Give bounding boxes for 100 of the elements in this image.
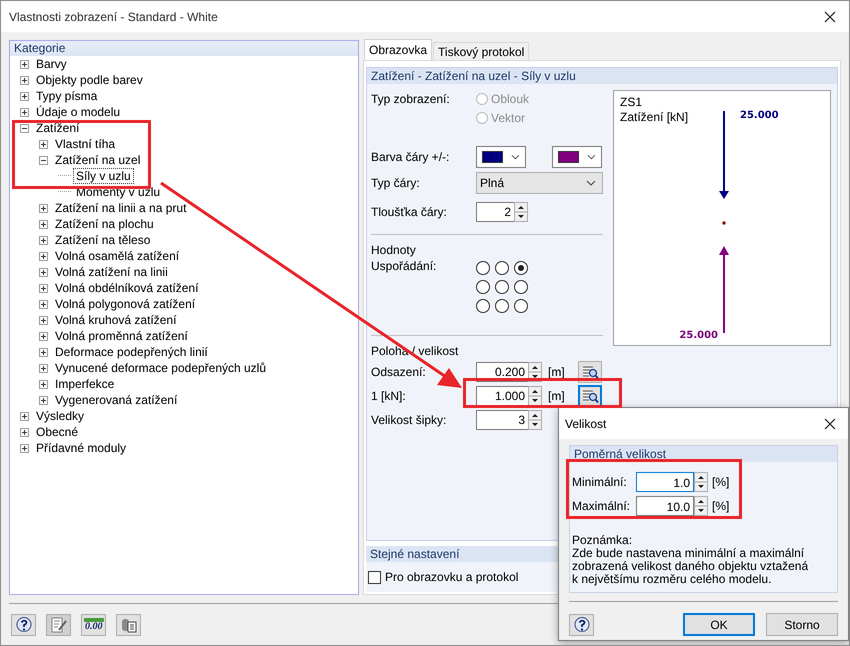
collapse-icon[interactable] [20, 124, 29, 132]
expand-icon[interactable] [39, 316, 48, 324]
edit-button[interactable] [46, 614, 71, 636]
expand-icon[interactable] [39, 220, 48, 228]
tree-item[interactable]: Volná proměnná zatížení [52, 328, 191, 344]
tree-item[interactable]: Přídavné moduly [33, 440, 130, 456]
unit-label: [m] [548, 389, 566, 403]
expand-icon[interactable] [39, 236, 48, 244]
expand-icon[interactable] [39, 204, 48, 212]
expand-icon[interactable] [39, 348, 48, 356]
group-title: Zatížení - Zatížení na uzel - Síly v uzlu [371, 69, 576, 83]
number-field[interactable]: 1.0 [636, 472, 694, 492]
expand-icon[interactable] [39, 380, 48, 388]
tree-item[interactable]: Zatížení na těleso [52, 232, 154, 248]
expand-icon[interactable] [20, 92, 29, 100]
expand-icon[interactable] [39, 396, 48, 404]
color-dropdown[interactable] [552, 146, 602, 168]
unit-label: [%] [712, 475, 730, 489]
tree-item[interactable]: Vynucené deformace podepřených uzlů [52, 360, 270, 376]
checkbox[interactable] [368, 570, 381, 584]
tab[interactable]: Obrazovka [364, 39, 432, 60]
field-label: Maximální: [572, 499, 632, 513]
number-format-button[interactable]: 0.00 [81, 614, 106, 636]
field-label: 1 [kN]: [371, 389, 407, 403]
expand-icon[interactable] [39, 252, 48, 260]
tree-item[interactable]: Volná polygonová zatížení [52, 296, 198, 312]
spinner-icon[interactable] [694, 472, 708, 492]
ok-button[interactable]: OK [683, 613, 755, 636]
tree-item[interactable]: Objekty podle barev [33, 72, 146, 88]
expand-icon[interactable] [20, 60, 29, 68]
expand-icon[interactable] [39, 284, 48, 292]
spinner-icon[interactable] [694, 496, 708, 516]
close-icon[interactable] [824, 10, 836, 22]
expand-icon[interactable] [20, 428, 29, 436]
spinner-icon[interactable] [514, 202, 528, 222]
collapse-icon[interactable] [39, 156, 48, 164]
load-case-label: ZS1 [620, 95, 642, 110]
tree-item[interactable]: Volná osamělá zatížení [52, 248, 182, 264]
tree-item[interactable]: Obecné [33, 424, 82, 440]
expand-icon[interactable] [39, 300, 48, 308]
note-text: Zde bude nastavena minimální a maximální zobrazená velikost daného objektu vztažená k největšímu rozměru celého modelu. [572, 547, 810, 586]
tree-item[interactable]: Zatížení na plochu [52, 216, 157, 232]
radio-button[interactable] [495, 299, 509, 313]
radio-button[interactable] [495, 280, 509, 294]
radio-button[interactable] [514, 280, 528, 294]
expand-icon[interactable] [20, 444, 29, 452]
zoom-button[interactable] [578, 385, 602, 407]
tree-item[interactable]: Volná obdélníková zatížení [52, 280, 202, 296]
field-label: Minimální: [572, 475, 628, 489]
ruler-icon [84, 618, 104, 622]
expand-icon[interactable] [39, 268, 48, 276]
radio-button[interactable] [476, 280, 490, 294]
expand-icon[interactable] [20, 412, 29, 420]
tree-item[interactable]: Výsledky [33, 408, 88, 424]
field-label: Velikost šipky: [371, 413, 448, 427]
tree-item[interactable]: Zatížení na linii a na prut [52, 200, 190, 216]
help-button[interactable] [11, 614, 36, 636]
tree-item[interactable]: Volná kruhová zatížení [52, 312, 180, 328]
radio-button[interactable] [476, 261, 490, 275]
tree-item[interactable]: Momenty v uzlu [73, 184, 164, 200]
color-dropdown[interactable] [476, 146, 526, 168]
line-type-dropdown[interactable]: Plná [476, 172, 603, 194]
number-field[interactable]: 10.0 [636, 496, 694, 516]
chevron-icon [586, 180, 596, 186]
tree-item[interactable]: Zatížení na uzel [52, 152, 144, 168]
tab[interactable]: Tiskový protokol [433, 42, 530, 60]
radio-button[interactable] [514, 299, 528, 313]
field-label: Typ zobrazení: [371, 92, 451, 106]
tree-item[interactable]: Typy písma [33, 88, 100, 104]
radio-button[interactable] [495, 261, 509, 275]
tree-item[interactable]: Zatížení [33, 120, 82, 136]
edit-icon [50, 616, 68, 634]
expand-icon[interactable] [39, 364, 48, 372]
field-label: Tloušťka čáry: [371, 205, 448, 219]
preview-caption: Zatížení [kN] [620, 110, 688, 125]
radio-button[interactable] [476, 299, 490, 313]
radio-button[interactable] [514, 261, 528, 275]
export-button[interactable] [116, 614, 141, 636]
tree-item[interactable]: Vlastní tíha [52, 136, 118, 152]
spinner-icon[interactable] [528, 410, 542, 430]
expand-icon[interactable] [39, 332, 48, 340]
help-icon [572, 616, 590, 634]
spinner-icon[interactable] [528, 386, 542, 406]
tree-item[interactable]: Deformace podepřených linií [52, 344, 211, 360]
checkbox-label: Pro obrazovku a protokol [385, 570, 518, 584]
cancel-button[interactable]: Storno [766, 613, 838, 636]
tree-item[interactable]: Barvy [33, 56, 70, 72]
tree-item[interactable]: Imperfekce [52, 376, 118, 392]
expand-icon[interactable] [39, 140, 48, 148]
expand-icon[interactable] [20, 108, 29, 116]
expand-icon[interactable] [20, 76, 29, 84]
chevron-icon [587, 154, 596, 160]
tree-item[interactable]: Volná zatížení na linii [52, 264, 171, 280]
help-button[interactable] [569, 614, 594, 636]
tree-item[interactable]: Údaje o modelu [33, 104, 124, 120]
close-icon[interactable] [824, 418, 836, 430]
tree-item[interactable]: Síly v uzlu [73, 168, 134, 184]
tree-item[interactable]: Vygenerovaná zatížení [52, 392, 180, 408]
help-icon [14, 616, 32, 634]
document-icon [120, 616, 138, 634]
